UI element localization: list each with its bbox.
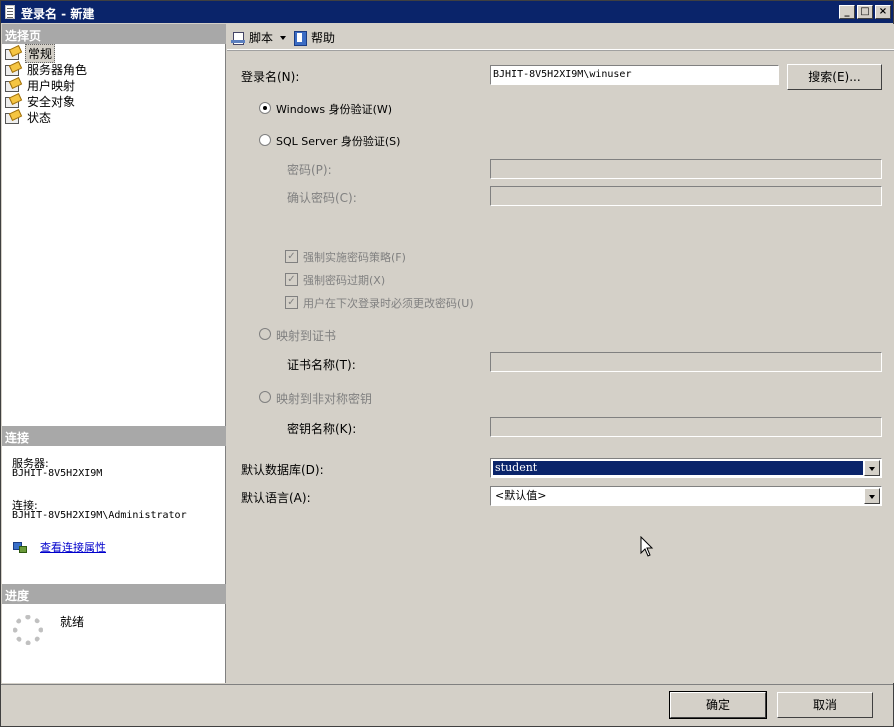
password-label: 密码(P): — [287, 163, 332, 177]
cert-name-select[interactable] — [490, 352, 882, 372]
connection-value: BJHIT-8V5H2XI9M\Administrator — [12, 510, 187, 521]
mouse-cursor-icon — [640, 536, 654, 557]
page-icon — [4, 47, 20, 60]
view-properties-row: 查看连接属性 — [12, 539, 106, 555]
sql-auth-label[interactable]: SQL Server 身份验证(S) — [276, 133, 400, 149]
search-button[interactable]: 搜索(E)... — [787, 64, 882, 90]
page-item-securables[interactable]: 安全对象 — [4, 93, 89, 109]
default-language-dropdown[interactable]: <默认值> — [490, 486, 882, 506]
login-name-label: 登录名(N): — [241, 70, 300, 84]
dialog-window: 登录名 - 新建 _ □ × 选择页 常规 服务器角色 用户映射 安全对象 状态… — [0, 0, 894, 727]
default-lang-label: 默认语言(A): — [241, 491, 311, 505]
cancel-button[interactable]: 取消 — [777, 692, 873, 718]
page-item-server-roles[interactable]: 服务器角色 — [4, 61, 89, 77]
key-name-label: 密钥名称(K): — [287, 422, 357, 436]
windows-auth-label[interactable]: Windows 身份验证(W) — [276, 101, 392, 117]
left-pane: 选择页 常规 服务器角色 用户映射 安全对象 状态 连接 服务器: BJHIT-… — [2, 24, 226, 683]
chevron-down-icon[interactable] — [864, 488, 880, 504]
page-item-user-mapping[interactable]: 用户映射 — [4, 77, 89, 93]
help-icon — [293, 30, 307, 46]
enforce-expiration-label: 强制密码过期(X) — [303, 274, 386, 287]
page-list: 常规 服务器角色 用户映射 安全对象 状态 — [4, 43, 89, 125]
cert-name-label: 证书名称(T): — [287, 358, 356, 372]
page-item-label: 状态 — [27, 110, 52, 125]
page-item-label: 安全对象 — [27, 94, 76, 109]
chevron-down-icon[interactable] — [864, 460, 880, 476]
confirm-password-label: 确认密码(C): — [287, 191, 357, 205]
default-language-value: <默认值> — [495, 489, 547, 502]
document-icon — [5, 5, 15, 19]
chevron-down-icon[interactable] — [280, 35, 287, 40]
enforce-expiration-checkbox[interactable]: ✓ — [285, 273, 298, 286]
default-database-dropdown[interactable]: student — [490, 458, 882, 478]
page-icon — [4, 95, 20, 108]
page-item-general[interactable]: 常规 — [4, 43, 89, 63]
confirm-password-input[interactable] — [490, 186, 882, 206]
enforce-policy-label: 强制实施密码策略(F) — [303, 251, 406, 264]
right-pane: 脚本 帮助 登录名(N): BJHIT-8V5H2XI9M\winuser 搜索… — [227, 24, 894, 683]
default-db-label: 默认数据库(D): — [241, 463, 324, 477]
minimize-button[interactable]: _ — [839, 5, 855, 19]
page-icon — [4, 79, 20, 92]
page-icon — [4, 111, 20, 124]
title-bar[interactable]: 登录名 - 新建 _ □ × — [1, 1, 893, 23]
maximize-button[interactable]: □ — [857, 5, 873, 19]
windows-auth-radio[interactable] — [259, 102, 271, 114]
map-asym-key-radio[interactable] — [259, 391, 271, 403]
default-database-value: student — [493, 461, 863, 475]
sql-auth-radio[interactable] — [259, 134, 271, 146]
progress-header: 进度 — [2, 584, 226, 604]
window-title: 登录名 - 新建 — [21, 7, 95, 21]
script-button[interactable]: 脚本 — [231, 29, 287, 46]
script-icon — [231, 31, 245, 45]
enforce-policy-checkbox[interactable]: ✓ — [285, 250, 298, 263]
password-input[interactable] — [490, 159, 882, 179]
select-page-header: 选择页 — [2, 24, 226, 44]
connection-header: 连接 — [2, 426, 226, 446]
close-button[interactable]: × — [875, 5, 891, 19]
progress-spinner-icon — [13, 615, 43, 645]
toolbar: 脚本 帮助 — [227, 24, 894, 50]
must-change-label: 用户在下次登录时必须更改密码(U) — [303, 297, 474, 310]
ok-button[interactable]: 确定 — [669, 691, 767, 719]
map-cert-radio[interactable] — [259, 328, 271, 340]
map-asym-key-label: 映射到非对称密钥 — [276, 392, 373, 406]
progress-status: 就绪 — [60, 615, 85, 629]
key-name-select[interactable] — [490, 417, 882, 437]
view-connection-properties-link[interactable]: 查看连接属性 — [40, 539, 106, 555]
map-cert-label: 映射到证书 — [276, 329, 337, 343]
page-item-label: 服务器角色 — [27, 62, 88, 77]
help-button[interactable]: 帮助 — [293, 29, 335, 46]
must-change-checkbox[interactable]: ✓ — [285, 296, 298, 309]
login-name-input[interactable]: BJHIT-8V5H2XI9M\winuser — [490, 65, 779, 85]
page-item-status[interactable]: 状态 — [4, 109, 89, 125]
dialog-footer: 确定 取消 — [1, 684, 893, 726]
script-label: 脚本 — [249, 31, 274, 45]
help-label: 帮助 — [311, 31, 336, 45]
page-item-label: 用户映射 — [27, 78, 76, 93]
server-value: BJHIT-8V5H2XI9M — [12, 468, 103, 479]
connection-properties-icon — [12, 540, 28, 554]
page-icon — [4, 63, 20, 76]
